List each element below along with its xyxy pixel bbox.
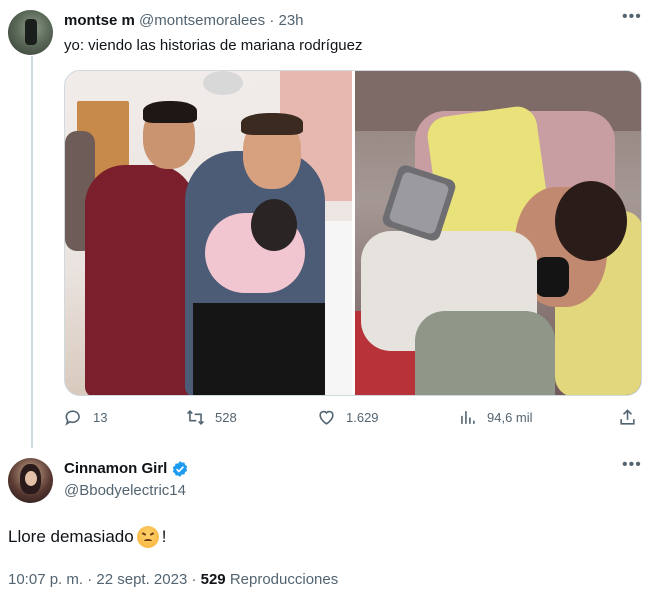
- tweet-time[interactable]: 23h: [278, 12, 303, 29]
- verified-badge-icon: [173, 461, 188, 477]
- views-count: 94,6 mil: [487, 410, 533, 425]
- reply-author-handle[interactable]: @Bbodyelectric14: [64, 481, 186, 501]
- avatar[interactable]: [8, 10, 53, 55]
- author-handle[interactable]: @montsemoralees: [139, 12, 265, 29]
- reply-text: Llore demasiado !: [8, 525, 166, 549]
- retweet-icon: [187, 410, 204, 425]
- more-options-icon[interactable]: •••: [622, 456, 642, 474]
- heart-icon: [319, 410, 334, 425]
- reply-text-body: Llore demasiado: [8, 527, 134, 546]
- tweet-header: montse m @montsemoralees · 23h: [64, 11, 304, 31]
- reply-icon: [65, 410, 80, 426]
- share-icon: [620, 409, 635, 425]
- avatar-image: [25, 19, 37, 45]
- thread-connector-line: [31, 56, 33, 448]
- retweet-count: 528: [215, 410, 237, 425]
- reply-author-row: Cinnamon Girl: [64, 459, 189, 479]
- tweet-text: yo: viendo las historias de mariana rodr…: [64, 37, 363, 54]
- tweet-media[interactable]: [64, 70, 642, 396]
- reply-meta: 10:07 p. m. · 22 sept. 2023 · 529 Reprod…: [8, 570, 338, 590]
- reply-views-label: Reproducciones: [229, 571, 339, 588]
- avatar[interactable]: [8, 458, 53, 503]
- persevering-face-icon: [136, 526, 159, 548]
- retweet-button[interactable]: 528: [186, 408, 237, 427]
- reply-button[interactable]: 13: [64, 408, 107, 427]
- more-options-icon[interactable]: •••: [622, 8, 642, 26]
- media-photo-left[interactable]: [65, 71, 352, 395]
- reply-count: 13: [93, 410, 108, 425]
- reply-text-suffix: !: [161, 527, 167, 546]
- share-button[interactable]: [618, 408, 637, 427]
- reply-author-name[interactable]: Cinnamon Girl: [64, 459, 167, 479]
- reply-timestamp[interactable]: 10:07 p. m. · 22 sept. 2023 ·: [8, 571, 196, 588]
- analytics-icon: [461, 411, 475, 424]
- reply-views-count: 529: [200, 571, 226, 588]
- tweet-actions-bar: 13 528 1.629 94,6 mil: [0, 408, 653, 432]
- views-button[interactable]: 94,6 mil: [458, 408, 533, 427]
- like-button[interactable]: 1.629: [317, 408, 379, 427]
- header-separator: ·: [269, 12, 275, 29]
- author-name[interactable]: montse m: [64, 12, 135, 29]
- like-count: 1.629: [346, 410, 379, 425]
- media-photo-right[interactable]: [355, 71, 641, 395]
